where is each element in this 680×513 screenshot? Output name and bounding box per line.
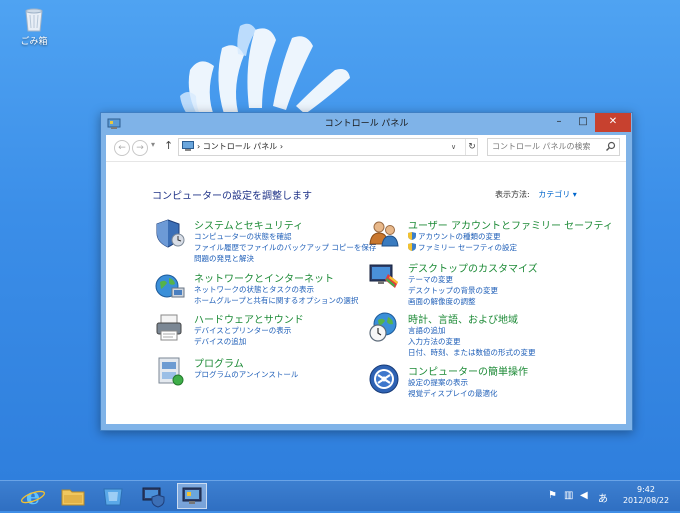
address-bar[interactable]: › コントロール パネル › ∨ ↻	[178, 138, 478, 156]
title-bar[interactable]: コントロール パネル – □ ✕	[101, 113, 632, 135]
internet-explorer-icon: e	[20, 484, 46, 510]
control-panel-small-icon	[182, 141, 194, 151]
category-link[interactable]: 画面の解像度の調整	[408, 296, 476, 307]
category-link[interactable]: コンピューターの状態を確認	[194, 231, 292, 242]
category-link[interactable]: アカウントの種類の変更	[408, 231, 501, 242]
category-title[interactable]: ハードウェアとサウンド	[194, 311, 304, 326]
recycle-bin[interactable]: ごみ箱	[14, 6, 54, 47]
category-link[interactable]: ネットワークの状態とタスクの表示	[194, 284, 314, 295]
view-by-dropdown[interactable]: カテゴリ ▾	[538, 190, 577, 199]
taskbar-file-explorer[interactable]	[58, 483, 88, 509]
navigation-bar: ← → ▾ ↑ › コントロール パネル › ∨ ↻ コントロール パネルの検索	[106, 135, 626, 162]
refresh-icon[interactable]: ↻	[465, 139, 478, 155]
category-title[interactable]: 時計、言語、および地域	[408, 311, 518, 326]
store-icon	[103, 488, 123, 506]
category-link[interactable]: 設定の提案の表示	[408, 377, 468, 388]
recycle-bin-label: ごみ箱	[20, 37, 48, 47]
category-title[interactable]: システムとセキュリティ	[194, 217, 303, 232]
category-link[interactable]: ファミリー セーフティの設定	[408, 242, 517, 253]
taskbar-system[interactable]	[138, 483, 168, 509]
category-link[interactable]: ファイル履歴でファイルのバックアップ コピーを保存	[194, 242, 376, 253]
action-center-flag-icon[interactable]: ⚑	[548, 490, 557, 501]
clock-date: 2012/08/22	[622, 496, 670, 505]
category-link[interactable]: デスクトップの背景の変更	[408, 285, 498, 296]
search-input[interactable]: コントロール パネルの検索	[492, 139, 591, 155]
category-link[interactable]: 言語の追加	[408, 325, 446, 336]
category-link-text[interactable]: アカウントの種類の変更	[418, 232, 501, 241]
users-icon[interactable]	[368, 217, 400, 249]
address-path[interactable]: › コントロール パネル ›	[197, 139, 283, 155]
address-dropdown-icon[interactable]: ∨	[451, 139, 456, 155]
forward-button[interactable]: →	[132, 140, 148, 156]
category-title[interactable]: プログラム	[194, 355, 244, 370]
window-client: ← → ▾ ↑ › コントロール パネル › ∨ ↻ コントロール パネルの検索	[106, 135, 626, 424]
search-icon[interactable]	[605, 141, 616, 152]
category-link[interactable]: プログラムのアンインストール	[194, 369, 298, 380]
taskbar: e ⚑ ▥ ◀ あ	[0, 480, 680, 511]
network-globe-icon[interactable]	[154, 270, 186, 302]
category-title[interactable]: ユーザー アカウントとファミリー セーフティ	[408, 217, 613, 232]
category-title[interactable]: ネットワークとインターネット	[194, 270, 334, 285]
view-by-label: 表示方法:	[495, 190, 530, 199]
category-link-text[interactable]: ファミリー セーフティの設定	[418, 243, 517, 252]
category-link[interactable]: 視覚ディスプレイの最適化	[408, 388, 497, 399]
close-button[interactable]: ✕	[595, 113, 631, 132]
taskbar-control-panel[interactable]	[177, 483, 207, 509]
svg-text:e: e	[26, 484, 40, 509]
uac-shield-icon	[408, 243, 416, 251]
recycle-bin-icon	[25, 8, 43, 32]
clock-globe-icon[interactable]	[368, 311, 400, 343]
folder-icon	[61, 489, 85, 506]
category-link[interactable]: 問題の発見と解決	[194, 253, 254, 264]
category-link[interactable]: デバイスの追加	[194, 336, 246, 347]
back-button[interactable]: ←	[114, 140, 130, 156]
programs-icon[interactable]	[154, 355, 186, 387]
control-panel-window[interactable]: コントロール パネル – □ ✕ ← → ▾ ↑ › コントロール パネル › …	[100, 112, 633, 431]
category-link[interactable]: 日付、時刻、または数値の形式の変更	[408, 347, 536, 358]
printer-icon[interactable]	[154, 311, 186, 343]
category-link[interactable]: デバイスとプリンターの表示	[194, 325, 291, 336]
volume-muted-icon[interactable]: ◀	[580, 490, 588, 501]
maximize-button[interactable]: □	[571, 113, 595, 132]
control-panel-icon	[182, 487, 202, 504]
minimize-button[interactable]: –	[547, 113, 571, 132]
category-link[interactable]: ホームグループと共有に関するオプションの選択	[194, 295, 358, 306]
category-link[interactable]: テーマの変更	[408, 274, 453, 285]
network-icon[interactable]: ▥	[564, 490, 573, 501]
shield-icon[interactable]	[154, 217, 186, 249]
monitor-paint-icon[interactable]	[368, 260, 400, 292]
category-link[interactable]: 入力方法の変更	[408, 336, 461, 347]
up-button[interactable]: ↑	[164, 139, 173, 152]
search-box[interactable]: コントロール パネルの検索	[487, 138, 620, 156]
ime-mode-indicator[interactable]: あ	[598, 490, 608, 505]
category-title[interactable]: デスクトップのカスタマイズ	[408, 260, 538, 275]
view-by: 表示方法: カテゴリ ▾	[495, 189, 577, 200]
recent-locations-icon[interactable]: ▾	[151, 140, 155, 149]
clock-time: 9:42	[637, 485, 655, 494]
computer-shield-icon	[142, 487, 165, 508]
taskbar-clock[interactable]: 9:42 2012/08/22	[616, 484, 676, 506]
ease-of-access-icon[interactable]	[368, 363, 400, 395]
page-title: コンピューターの設定を調整します	[152, 191, 312, 202]
taskbar-store[interactable]	[98, 483, 128, 509]
category-title[interactable]: コンピューターの簡単操作	[408, 363, 528, 378]
uac-shield-icon	[408, 232, 416, 240]
taskbar-internet-explorer[interactable]: e	[18, 483, 48, 510]
